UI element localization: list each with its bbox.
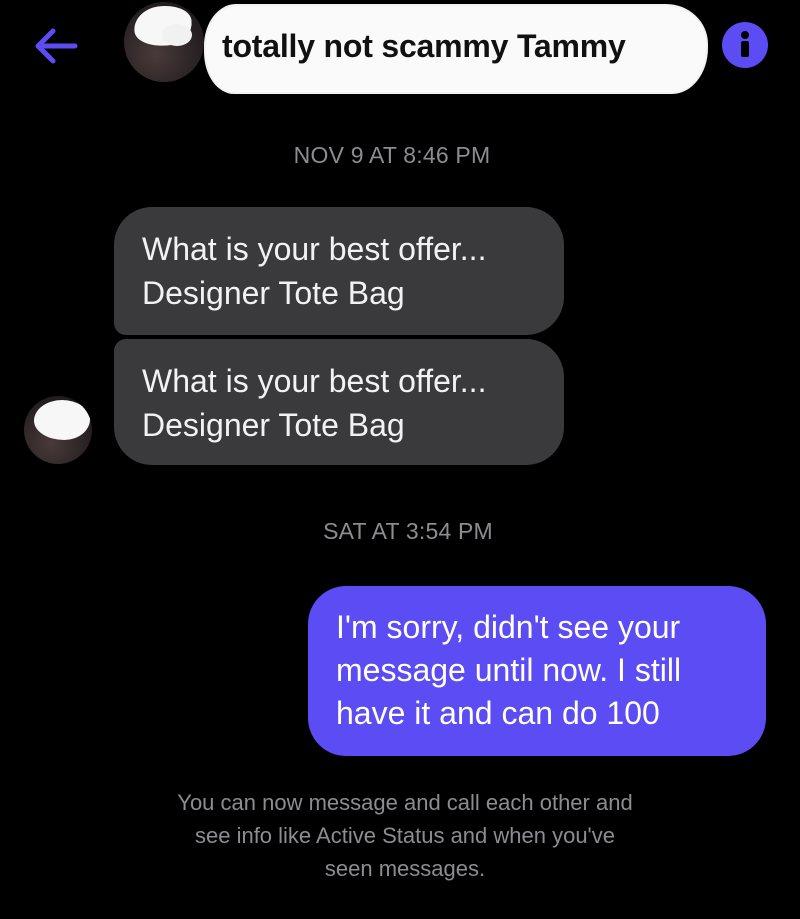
avatar-redaction bbox=[162, 24, 192, 46]
message-line: Designer Tote Bag bbox=[142, 275, 405, 311]
info-button[interactable] bbox=[722, 22, 768, 68]
back-button[interactable] bbox=[30, 24, 82, 68]
message-line: Designer Tote Bag bbox=[142, 407, 405, 443]
received-message-bubble[interactable]: What is your best offer... Designer Tote… bbox=[114, 207, 564, 335]
info-icon bbox=[741, 31, 749, 57]
sender-avatar[interactable] bbox=[24, 396, 92, 464]
message-line: have it and can do 100 bbox=[336, 695, 660, 731]
notice-line: see info like Active Status and when you… bbox=[194, 823, 615, 848]
message-line: What is your best offer... bbox=[142, 231, 487, 267]
received-message-bubble[interactable]: What is your best offer... Designer Tote… bbox=[114, 339, 564, 465]
message-line: What is your best offer... bbox=[142, 363, 487, 399]
contact-name[interactable]: totally not scammy Tammy bbox=[222, 28, 626, 65]
message-line: message until now. I still bbox=[336, 652, 682, 688]
timestamp: NOV 9 AT 8:46 PM bbox=[293, 142, 491, 168]
notice-line: seen messages. bbox=[324, 856, 486, 881]
avatar-redaction bbox=[34, 400, 90, 440]
message-line: I'm sorry, didn't see your bbox=[336, 609, 681, 645]
arrow-left-icon bbox=[35, 28, 78, 64]
sent-message-bubble[interactable]: I'm sorry, didn't see your message until… bbox=[308, 586, 766, 756]
timestamp: SAT AT 3:54 PM bbox=[323, 518, 493, 544]
contact-avatar[interactable] bbox=[124, 2, 204, 82]
notice-line: You can now message and call each other … bbox=[177, 790, 633, 815]
connection-notice: You can now message and call each other … bbox=[100, 786, 710, 885]
